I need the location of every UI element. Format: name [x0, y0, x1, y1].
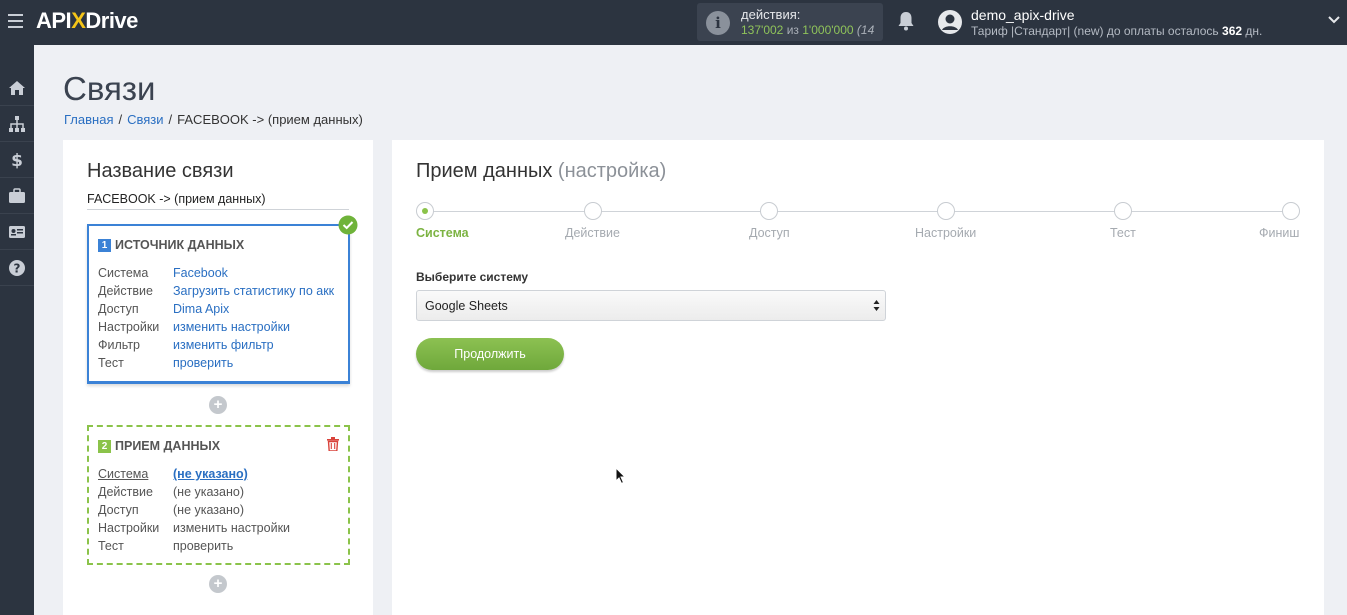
bell-icon[interactable]	[897, 11, 915, 31]
dollar-icon: $	[11, 151, 23, 169]
continue-button[interactable]: Продолжить	[416, 338, 564, 370]
chevron-down-icon[interactable]	[1327, 15, 1341, 25]
info-icon: i	[706, 11, 730, 35]
actions-label: действия:	[741, 7, 801, 22]
user-plan: Тариф |Стандарт| (new) до оплаты осталос…	[971, 24, 1263, 38]
step-label-finish[interactable]: Финиш	[1259, 226, 1299, 240]
actions-counter[interactable]: i действия: 137'002 из 1'000'000 (14	[697, 3, 883, 41]
source-rows: Система Facebook Действие Загрузить статис…	[98, 266, 343, 374]
help-icon: ?	[9, 259, 25, 276]
id-card-icon	[9, 225, 25, 238]
system-select[interactable]: Google Sheets	[416, 290, 886, 321]
breadcrumb-separator: /	[168, 112, 173, 127]
page-title: Связи	[63, 70, 156, 107]
step-label-system[interactable]: Система	[416, 226, 469, 240]
source-filter-link[interactable]: изменить фильтр	[173, 338, 335, 356]
list-item: Доступ Dima Apix	[98, 302, 343, 320]
step-label-settings[interactable]: Настройки	[915, 226, 976, 240]
top-bar: APIXDrive i действия: 137'002 из 1'000'0…	[0, 0, 1347, 45]
settings-title: Прием данных (настройка)	[416, 160, 667, 182]
breadcrumb: Главная / Связи / FACEBOOK -> (прием данных)	[64, 112, 363, 127]
step-dot-settings[interactable]	[937, 202, 955, 220]
sidebar-item-home[interactable]	[0, 70, 34, 106]
add-step-button[interactable]: +	[209, 575, 227, 593]
logo[interactable]: APIXDrive	[36, 8, 138, 34]
source-card-header: 1 ИСТОЧНИК ДАННЫХ	[98, 238, 244, 252]
list-item: Действие (не указано)	[98, 485, 244, 499]
breadcrumb-links[interactable]: Связи	[127, 112, 163, 127]
sidebar: $ ?	[0, 45, 34, 615]
trash-icon[interactable]	[327, 437, 339, 451]
destination-rows: Система (не указано) Действие (не указано)…	[98, 467, 343, 557]
list-item: Тест проверить	[98, 539, 234, 553]
connection-name-title: Название связи	[87, 160, 234, 182]
actions-value: 137'002 из 1'000'000 (14	[741, 23, 875, 37]
menu-icon[interactable]	[8, 14, 23, 28]
step-dot-action[interactable]	[584, 202, 602, 220]
source-settings-link[interactable]: изменить настройки	[173, 320, 335, 338]
destination-card[interactable]: 2 ПРИЕМ ДАННЫХ Система (не указано) Действ…	[87, 425, 350, 565]
list-item: Действие Загрузить статистику по акк	[98, 284, 343, 302]
steps-progress-line	[425, 211, 1291, 212]
list-item: Доступ (не указано)	[98, 503, 244, 517]
settings-panel: Прием данных (настройка) Система Действи…	[392, 140, 1324, 615]
step-dot-system[interactable]	[416, 202, 434, 220]
list-item: Настройки изменить настройки	[98, 320, 343, 338]
destination-card-header: 2 ПРИЕМ ДАННЫХ	[98, 439, 220, 453]
step-label-access[interactable]: Доступ	[749, 226, 790, 240]
avatar-icon[interactable]	[937, 9, 963, 35]
step-dot-test[interactable]	[1114, 202, 1132, 220]
user-name[interactable]: demo_apix-drive	[971, 7, 1075, 23]
briefcase-icon	[9, 187, 25, 203]
step-label-action[interactable]: Действие	[565, 226, 620, 240]
step-dot-finish[interactable]	[1282, 202, 1300, 220]
system-select-label: Выберите систему	[416, 270, 529, 284]
step-label-test[interactable]: Тест	[1110, 226, 1136, 240]
source-access-link[interactable]: Dima Apix	[173, 302, 335, 320]
svg-text:?: ?	[14, 261, 21, 275]
system-select-value: Google Sheets	[425, 299, 508, 313]
source-system-link[interactable]: Facebook	[173, 266, 335, 284]
sidebar-item-connections[interactable]	[0, 106, 34, 142]
connection-panel: Название связи FACEBOOK -> (прием данных…	[63, 140, 373, 615]
breadcrumb-current: FACEBOOK -> (прием данных)	[177, 112, 363, 127]
source-test-link[interactable]: проверить	[173, 356, 335, 374]
add-step-button[interactable]: +	[209, 396, 227, 414]
source-action-link[interactable]: Загрузить статистику по акк	[173, 284, 335, 302]
sidebar-item-projects[interactable]	[0, 178, 34, 214]
sitemap-icon	[9, 115, 25, 132]
sidebar-item-profile[interactable]	[0, 214, 34, 250]
list-item: Система (не указано)	[98, 467, 343, 485]
check-circle-icon	[338, 215, 358, 235]
list-item: Система Facebook	[98, 266, 343, 284]
select-arrows-icon	[873, 300, 880, 311]
breadcrumb-home[interactable]: Главная	[64, 112, 113, 127]
breadcrumb-separator: /	[118, 112, 123, 127]
step-number-badge: 1	[98, 239, 111, 252]
svg-text:$: $	[11, 151, 23, 169]
step-number-badge: 2	[98, 440, 111, 453]
step-dot-access[interactable]	[760, 202, 778, 220]
sidebar-item-billing[interactable]: $	[0, 142, 34, 178]
list-item: Настройки изменить настройки	[98, 521, 291, 535]
source-card[interactable]: 1 ИСТОЧНИК ДАННЫХ Система Facebook Действи…	[87, 224, 350, 384]
list-item: Фильтр изменить фильтр	[98, 338, 343, 356]
list-item: Тест проверить	[98, 356, 343, 374]
destination-system-link[interactable]: (не указано)	[173, 467, 335, 485]
home-icon	[9, 80, 25, 95]
sidebar-item-help[interactable]: ?	[0, 250, 34, 286]
mouse-cursor-icon	[615, 467, 627, 485]
connection-name-input[interactable]: FACEBOOK -> (прием данных)	[87, 192, 349, 210]
